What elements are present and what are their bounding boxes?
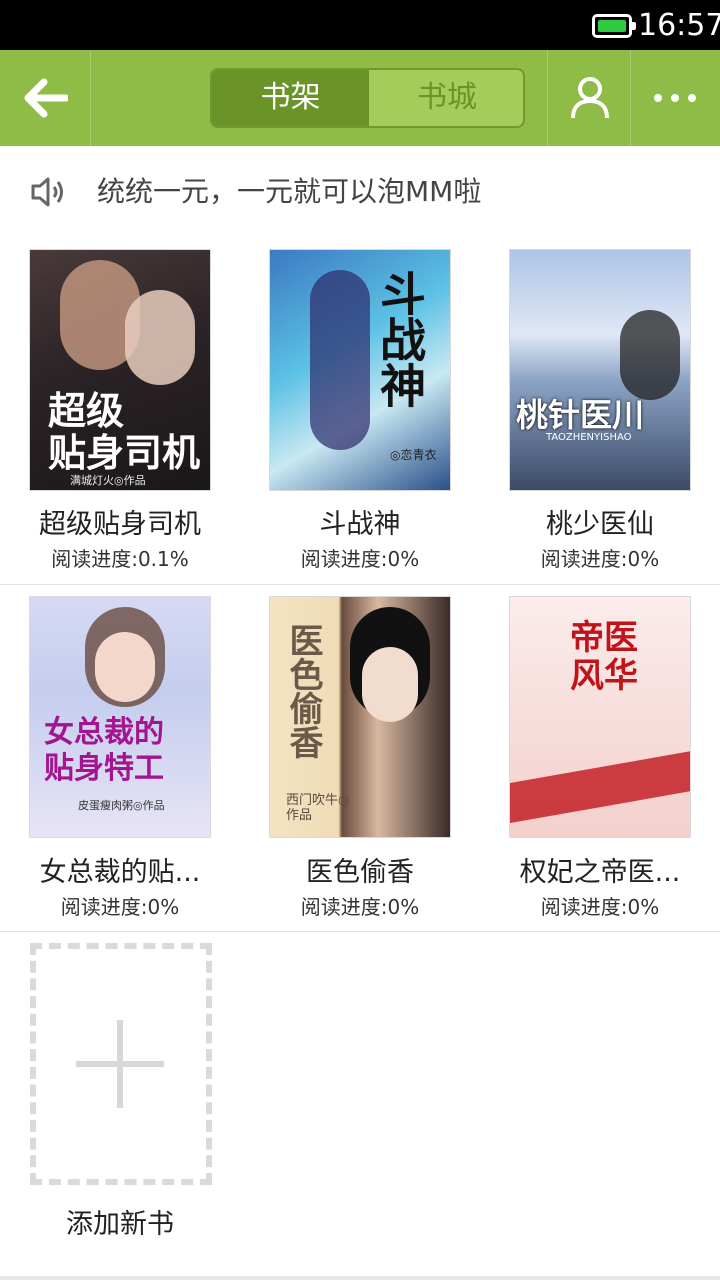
clock: 16:57 (638, 8, 720, 43)
announcement-text: 统统一元，一元就可以泡MM啦 (97, 175, 482, 208)
announcement-bar[interactable]: 统统一元，一元就可以泡MM啦 (0, 146, 720, 240)
shelf-store-switch: 书架 书城 (210, 68, 525, 128)
tab-bookstore[interactable]: 书城 (369, 70, 523, 126)
book-cover[interactable]: 医色偷香 西门吹牛◎作品 (269, 596, 451, 838)
book-title: 超级贴身司机 (39, 509, 201, 540)
bottom-divider (0, 1276, 720, 1280)
row-divider (0, 584, 720, 585)
tab-bookshelf[interactable]: 书架 (212, 70, 369, 126)
book-title: 女总裁的贴... (39, 857, 201, 888)
book-progress: 阅读进度:0% (60, 895, 180, 919)
user-icon (571, 77, 609, 119)
user-button[interactable] (548, 50, 630, 146)
battery-icon (592, 14, 636, 38)
toolbar: 书架 书城 (0, 50, 720, 146)
book-progress: 阅读进度:0% (300, 895, 420, 919)
book-title: 桃少医仙 (546, 509, 654, 540)
book-progress: 阅读进度:0% (540, 895, 660, 919)
back-button[interactable] (0, 50, 90, 146)
book-progress: 阅读进度:0% (540, 547, 660, 571)
book-cover[interactable]: 女总裁的 贴身特工 皮蛋瘦肉粥◎作品 (29, 596, 211, 838)
more-button[interactable] (631, 50, 720, 146)
add-book-button[interactable] (30, 943, 212, 1185)
book-cover[interactable]: 帝医风华 (509, 596, 691, 838)
book-progress: 阅读进度:0% (300, 547, 420, 571)
back-arrow-icon (24, 78, 68, 118)
book-title: 医色偷香 (306, 857, 414, 888)
book-title: 权妃之帝医... (519, 857, 681, 888)
row-divider (0, 931, 720, 932)
book-cover[interactable]: 桃针医川 TAOZHENYISHAO (509, 249, 691, 491)
book-cover[interactable]: 超级 贴身司机 满城灯火◎作品 (29, 249, 211, 491)
book-cover[interactable]: 斗战神 ◎恋青衣 (269, 249, 451, 491)
add-book-label: 添加新书 (66, 1209, 174, 1240)
book-progress: 阅读进度:0.1% (51, 547, 189, 571)
status-bar: 16:57 (0, 0, 720, 50)
book-title: 斗战神 (319, 509, 401, 540)
speaker-icon (31, 177, 63, 207)
